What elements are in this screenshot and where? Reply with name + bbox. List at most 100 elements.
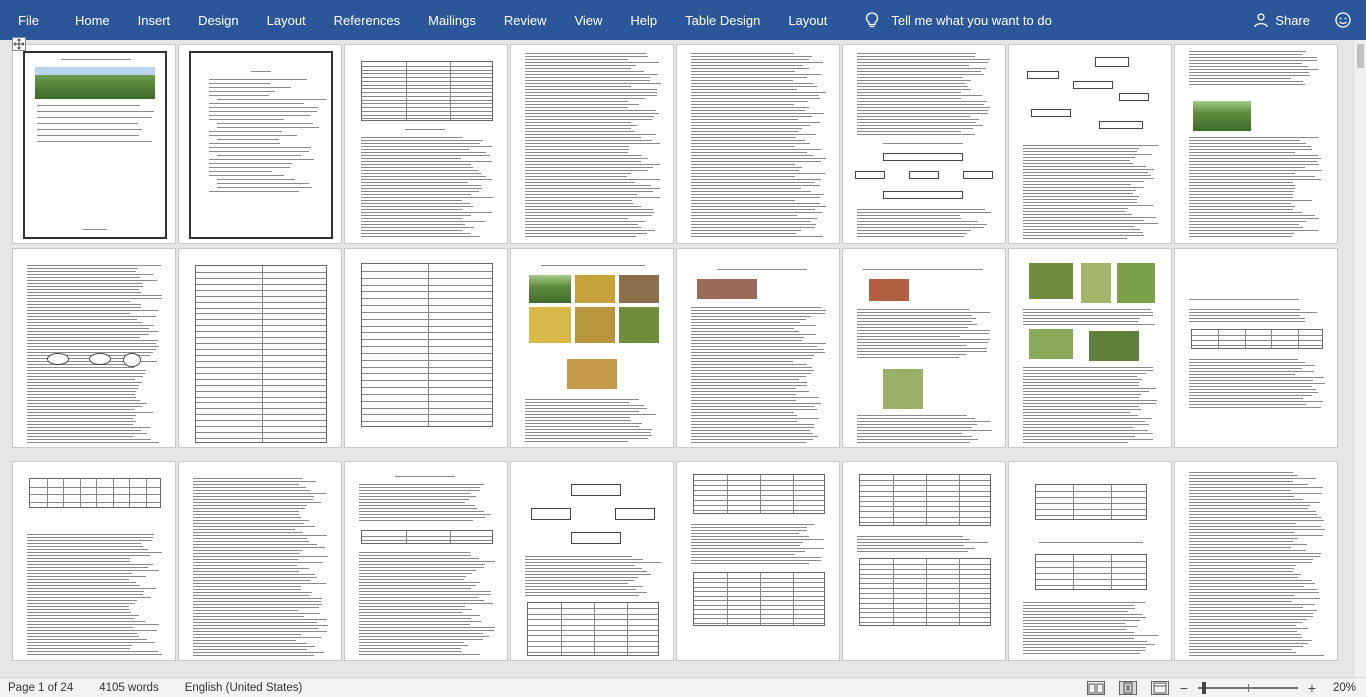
page-image [1089,331,1139,361]
text-line [193,631,327,632]
text-line [691,382,808,383]
print-layout-button[interactable] [1119,681,1137,695]
page-thumbnail[interactable] [1008,461,1172,661]
text-line [359,597,478,598]
text-line [857,131,961,132]
word-count[interactable]: 4105 words [99,682,158,694]
web-layout-button[interactable] [1151,681,1169,695]
text-line [193,511,300,512]
table-row-line [362,298,492,300]
text-line [27,274,154,275]
text-line [691,385,808,386]
diagram-box [883,153,963,161]
page-thumbnail[interactable] [12,461,176,661]
text-line [361,158,461,159]
move-handle-icon[interactable] [12,37,26,51]
page-thumbnail[interactable] [178,461,342,661]
page-thumbnail[interactable] [1174,461,1338,661]
text-line [691,218,817,219]
page-thumbnail[interactable] [676,44,840,244]
tab-layout[interactable]: Layout [253,0,320,40]
scrollbar-thumb[interactable] [1357,44,1364,68]
page-thumbnail[interactable] [12,248,176,448]
text-line [857,89,971,90]
page-thumbnail[interactable] [12,44,176,244]
text-line [1023,421,1145,422]
text-line [525,206,642,207]
page-thumbnail[interactable] [1008,248,1172,448]
tab-view[interactable]: View [560,0,616,40]
page-thumbnail[interactable] [842,461,1006,661]
text-line [1189,583,1315,584]
text-line [27,427,151,428]
text-line [1189,380,1314,381]
table-row-line [196,384,326,386]
zoom-out-button[interactable]: − [1176,680,1192,696]
text-line [857,77,964,78]
tell-me-search[interactable]: Tell me what you want to do [863,11,1052,29]
text-line [525,438,649,439]
text-line [1189,604,1315,605]
text-line [361,170,479,171]
text-line [525,402,629,403]
read-mode-button[interactable] [1087,681,1105,695]
text-line [857,83,965,84]
page-image [35,67,155,99]
tab-insert[interactable]: Insert [124,0,185,40]
tab-home[interactable]: Home [61,0,124,40]
page-thumbnail[interactable] [344,44,508,244]
page-thumbnail[interactable] [1008,44,1172,244]
page-thumbnail[interactable] [344,248,508,448]
text-line [691,421,797,422]
zoom-slider[interactable] [1198,682,1298,694]
tab-references[interactable]: References [320,0,414,40]
text-line [209,111,318,112]
zoom-percent[interactable]: 20% [1328,682,1356,694]
page-thumbnail[interactable] [676,248,840,448]
text-line [857,315,972,316]
text-line [1023,608,1135,609]
page-thumbnail[interactable] [510,461,674,661]
text-line [209,107,319,108]
table-row-line [860,480,990,482]
text-line [1189,371,1315,372]
text-line [1189,315,1300,316]
text-line [691,403,822,404]
tab-file[interactable]: File [0,0,61,40]
text-line [27,552,163,553]
page-thumbnail[interactable] [178,44,342,244]
tab-help[interactable]: Help [616,0,671,40]
zoom-in-button[interactable]: + [1304,680,1320,696]
page-thumbnail[interactable] [510,248,674,448]
page-thumbnail[interactable] [1174,248,1338,448]
page-table [361,530,493,544]
page-thumbnail[interactable] [1174,44,1338,244]
text-line [1023,400,1157,401]
page-thumbnail[interactable] [842,248,1006,448]
language-indicator[interactable]: English (United States) [185,682,303,694]
page-thumbnail[interactable] [842,44,1006,244]
page-thumbnail[interactable] [178,248,342,448]
table-row-line [196,366,326,368]
smiley-icon[interactable] [1334,11,1352,29]
page-image [575,275,615,303]
tab-design[interactable]: Design [184,0,252,40]
text-line [359,555,471,556]
tab-table-layout[interactable]: Layout [774,0,841,40]
tab-mailings[interactable]: Mailings [414,0,490,40]
text-line [1023,367,1154,368]
text-line [1189,643,1308,644]
page-thumbnail[interactable] [510,44,674,244]
share-button[interactable]: Share [1253,0,1310,40]
tab-table-design[interactable]: Table Design [671,0,774,40]
page-thumbnail[interactable] [344,461,508,661]
page-count[interactable]: Page 1 of 24 [8,682,73,694]
page-thumbnail[interactable] [676,461,840,661]
text-line [691,149,821,150]
text-line [1189,215,1315,216]
vertical-scrollbar[interactable] [1353,40,1366,677]
document-canvas[interactable] [0,40,1366,677]
zoom-slider-knob[interactable] [1201,682,1206,694]
text-line [27,648,130,649]
tab-review[interactable]: Review [490,0,561,40]
